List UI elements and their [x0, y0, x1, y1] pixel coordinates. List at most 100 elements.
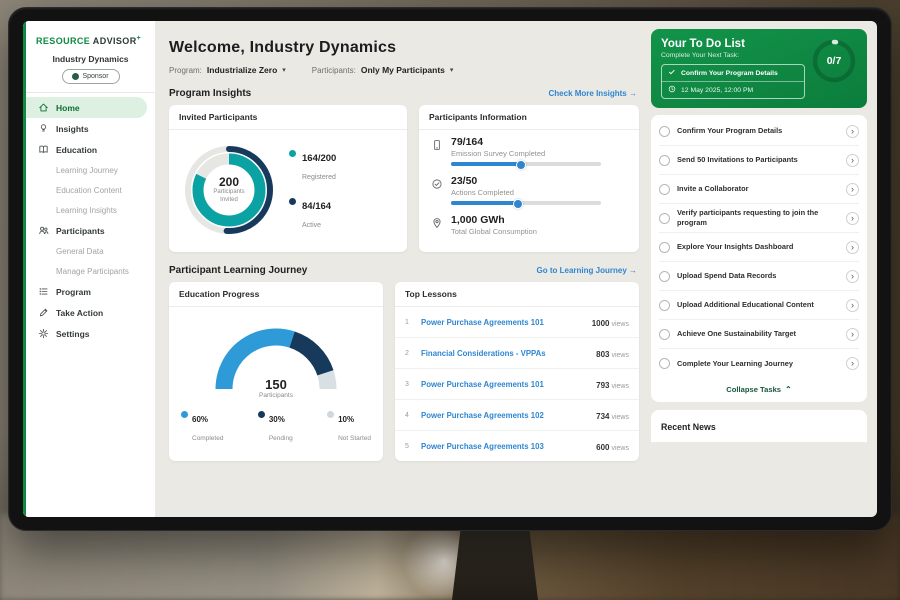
program-select-value: Industrialize Zero: [207, 65, 277, 75]
sidebar-item-label: General Data: [56, 247, 104, 256]
task-row[interactable]: Explore Your Insights Dashboard ›: [659, 233, 859, 262]
participants-select[interactable]: Participants: Only My Participants ▾: [312, 65, 454, 75]
legend-completed: 60%Completed: [181, 409, 223, 445]
chevron-right-icon[interactable]: ›: [846, 212, 859, 225]
task-row[interactable]: Send 50 Invitations to Participants ›: [659, 146, 859, 175]
task-checkbox[interactable]: [659, 358, 670, 369]
learning-journey-header: Participant Learning Journey Go to Learn…: [169, 265, 637, 276]
sidebar-item-insights[interactable]: Insights: [26, 118, 155, 139]
lesson-link[interactable]: Power Purchase Agreements 101: [421, 318, 584, 327]
sidebar-item-general-data[interactable]: General Data: [26, 241, 155, 261]
task-row[interactable]: Upload Additional Educational Content ›: [659, 291, 859, 320]
lesson-views-suffix: views: [611, 383, 629, 390]
sidebar: RESOURCE ADVISOR+ Industry Dynamics Spon…: [23, 21, 155, 517]
invited-legend: 164/200 Registered 84/164 Active: [289, 148, 336, 232]
lesson-row: 5 Power Purchase Agreements 103 600views: [395, 431, 639, 461]
arrow-right-icon: →: [629, 266, 637, 275]
chevron-right-icon[interactable]: ›: [846, 270, 859, 283]
task-checkbox[interactable]: [659, 300, 670, 311]
dashboard-screen: RESOURCE ADVISOR+ Industry Dynamics Spon…: [23, 21, 877, 517]
legend-value: 10%: [338, 415, 354, 424]
sidebar-item-learning-journey[interactable]: Learning Journey: [26, 160, 155, 180]
todo-subtitle: Complete Your Next Task:: [661, 52, 805, 59]
lesson-link[interactable]: Financial Considerations - VPPAs: [421, 349, 588, 358]
legend-not-started: 10%Not Started: [327, 409, 371, 445]
people-icon: [38, 225, 49, 236]
gauge-center-value: 150: [201, 377, 351, 392]
lesson-views-suffix: views: [611, 445, 629, 452]
sidebar-item-learning-insights[interactable]: Learning Insights: [26, 200, 155, 220]
education-legend: 60%Completed 30%Pending 10%Not Started: [169, 403, 383, 455]
sidebar-item-take-action[interactable]: Take Action: [26, 302, 155, 323]
sidebar-item-education-content[interactable]: Education Content: [26, 180, 155, 200]
arrow-right-icon: →: [629, 89, 637, 98]
task-checkbox[interactable]: [659, 213, 670, 224]
chevron-right-icon[interactable]: ›: [846, 183, 859, 196]
check-more-insights-link[interactable]: Check More Insights →: [549, 89, 637, 98]
lesson-link[interactable]: Power Purchase Agreements 102: [421, 411, 588, 420]
sidebar-item-label: Education: [56, 145, 97, 155]
gauge-center-label: Participants: [201, 392, 351, 399]
task-checkbox[interactable]: [659, 242, 670, 253]
recent-news-title: Recent News: [661, 422, 716, 432]
participants-select-label: Participants:: [312, 66, 356, 75]
recent-news-card: Recent News: [651, 410, 867, 442]
task-row[interactable]: Achieve One Sustainability Target ›: [659, 320, 859, 349]
task-checkbox[interactable]: [659, 126, 670, 137]
chevron-right-icon[interactable]: ›: [846, 357, 859, 370]
sidebar-item-participants[interactable]: Participants: [26, 220, 155, 241]
center-column: Welcome, Industry Dynamics Program: Indu…: [169, 21, 639, 517]
chevron-right-icon[interactable]: ›: [846, 299, 859, 312]
lightbulb-icon: [38, 123, 49, 134]
program-select[interactable]: Program: Industrialize Zero ▾: [169, 65, 286, 75]
go-to-learning-journey-link[interactable]: Go to Learning Journey →: [537, 266, 637, 275]
legend-value: 164/200: [302, 153, 336, 164]
chevron-right-icon[interactable]: ›: [846, 154, 859, 167]
emission-survey-row: 79/164 Emission Survey Completed: [431, 136, 627, 166]
location-pin-icon: [431, 214, 443, 236]
lesson-views-suffix: views: [611, 321, 629, 328]
lesson-link[interactable]: Power Purchase Agreements 101: [421, 380, 588, 389]
task-checkbox[interactable]: [659, 155, 670, 166]
task-checkbox[interactable]: [659, 184, 670, 195]
sidebar-item-label: Insights: [56, 124, 89, 134]
collapse-tasks-link[interactable]: Collapse Tasks ⌃: [659, 378, 859, 398]
lesson-rank: 2: [405, 350, 413, 357]
task-row[interactable]: Invite a Collaborator ›: [659, 175, 859, 204]
legend-registered: 164/200 Registered: [289, 148, 336, 184]
sidebar-item-program[interactable]: Program: [26, 281, 155, 302]
task-label: Send 50 Invitations to Participants: [677, 155, 839, 165]
lesson-row: 3 Power Purchase Agreements 101 793views: [395, 369, 639, 400]
task-checkbox[interactable]: [659, 271, 670, 282]
sponsor-badge[interactable]: Sponsor: [62, 69, 120, 84]
lesson-rank: 3: [405, 381, 413, 388]
task-row[interactable]: Complete Your Learning Journey ›: [659, 349, 859, 378]
main-area: Welcome, Industry Dynamics Program: Indu…: [155, 21, 877, 517]
legend-dot: [289, 150, 296, 157]
program-select-label: Program:: [169, 66, 202, 75]
sidebar-item-education[interactable]: Education: [26, 139, 155, 160]
sidebar-item-label: Home: [56, 103, 80, 113]
sidebar-item-label: Learning Insights: [56, 206, 117, 215]
task-row[interactable]: Confirm Your Program Details ›: [659, 117, 859, 146]
sidebar-item-label: Program: [56, 287, 91, 297]
chevron-right-icon[interactable]: ›: [846, 241, 859, 254]
task-row[interactable]: Verify participants requesting to join t…: [659, 204, 859, 233]
todo-progress-value: 0/7: [811, 38, 857, 84]
page-title: Welcome, Industry Dynamics: [169, 39, 639, 57]
pencil-icon: [38, 307, 49, 318]
chevron-right-icon[interactable]: ›: [846, 328, 859, 341]
sidebar-item-settings[interactable]: Settings: [26, 323, 155, 344]
program-insights-header: Program Insights Check More Insights →: [169, 88, 637, 99]
todo-task-list: Confirm Your Program Details › Send 50 I…: [651, 115, 867, 402]
task-checkbox[interactable]: [659, 329, 670, 340]
next-task-box[interactable]: Confirm Your Program Details 12 May 2025…: [661, 64, 805, 99]
progress-bar: [451, 201, 601, 205]
chevron-right-icon[interactable]: ›: [846, 125, 859, 138]
task-row[interactable]: Upload Spend Data Records ›: [659, 262, 859, 291]
book-icon: [38, 144, 49, 155]
check-circle-icon: [431, 175, 443, 205]
lesson-link[interactable]: Power Purchase Agreements 103: [421, 442, 588, 451]
sidebar-item-home[interactable]: Home: [26, 97, 147, 118]
sidebar-item-manage-participants[interactable]: Manage Participants: [26, 261, 155, 281]
